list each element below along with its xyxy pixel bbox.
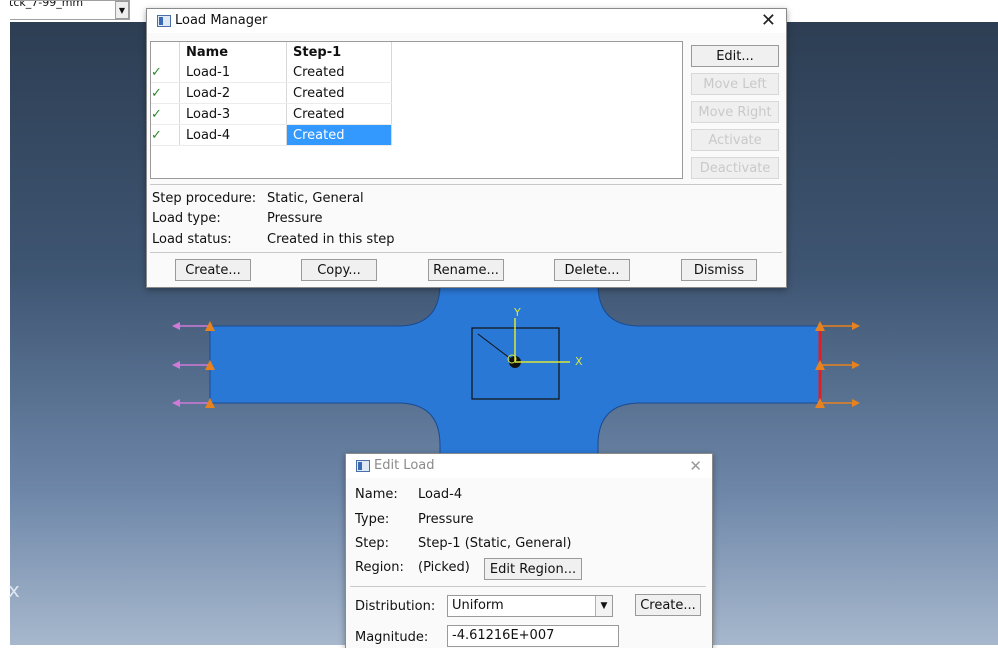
- step-procedure-value: Static, General: [267, 191, 364, 206]
- window-icon: [157, 15, 171, 27]
- load-status-label: Load status:: [152, 232, 232, 247]
- type-label: Type:: [355, 512, 390, 527]
- delete-button[interactable]: Delete...: [554, 259, 630, 281]
- edit-region-button[interactable]: Edit Region...: [484, 558, 582, 580]
- edit-load-dialog: Edit Load ✕ Name: Load-4 Type: Pressure …: [345, 453, 713, 648]
- copy-button[interactable]: Copy...: [301, 259, 377, 281]
- move-right-button[interactable]: Move Right: [691, 101, 779, 123]
- divider: [150, 252, 782, 253]
- load-state-cell-selected[interactable]: Created: [286, 124, 392, 146]
- check-icon[interactable]: ✓: [151, 124, 180, 146]
- table-header-row: Name Step-1: [151, 42, 392, 62]
- load-manager-titlebar[interactable]: Load Manager ✕: [147, 9, 786, 33]
- right-pressure-arrows: [815, 321, 860, 408]
- check-icon[interactable]: ✓: [151, 82, 180, 104]
- close-icon[interactable]: ✕: [761, 10, 776, 31]
- move-left-button[interactable]: Move Left: [691, 73, 779, 95]
- load-type-label: Load type:: [152, 211, 221, 226]
- chevron-down-icon[interactable]: ▼: [595, 596, 612, 616]
- load-state-cell[interactable]: Created: [286, 103, 392, 125]
- dismiss-button[interactable]: Dismiss: [681, 259, 757, 281]
- region-label: Region:: [355, 560, 404, 575]
- table-row[interactable]: ✓ Load-3 Created: [151, 103, 392, 125]
- edit-button[interactable]: Edit...: [691, 45, 779, 67]
- load-name-cell[interactable]: Load-1: [179, 62, 287, 83]
- rename-button[interactable]: Rename...: [428, 259, 504, 281]
- deactivate-button[interactable]: Deactivate: [691, 157, 779, 179]
- check-icon[interactable]: ✓: [151, 62, 180, 83]
- step-value: Step-1 (Static, General): [418, 536, 572, 551]
- load-manager-title: Load Manager: [175, 13, 268, 28]
- step-procedure-label: Step procedure:: [152, 191, 257, 206]
- load-status-value: Created in this step: [267, 232, 395, 247]
- left-pressure-arrows: [172, 321, 215, 408]
- type-value: Pressure: [418, 512, 474, 527]
- window-icon: [356, 460, 370, 472]
- column-header-step[interactable]: Step-1: [286, 42, 392, 62]
- load-type-value: Pressure: [267, 211, 323, 226]
- table-row[interactable]: ✓ Load-4 Created: [151, 124, 392, 146]
- load-manager-dialog: Load Manager ✕ Name Step-1 ✓ Load-1 Crea…: [146, 8, 787, 288]
- edit-load-title: Edit Load: [374, 458, 435, 473]
- check-column-header: [151, 42, 180, 62]
- load-name-cell[interactable]: Load-2: [179, 82, 287, 104]
- close-icon[interactable]: ✕: [689, 457, 702, 475]
- distribution-label: Distribution:: [355, 599, 436, 614]
- divider: [350, 586, 706, 587]
- step-label: Step:: [355, 536, 389, 551]
- divider: [150, 184, 782, 185]
- table-row[interactable]: ✓ Load-1 Created: [151, 62, 392, 83]
- edit-load-titlebar[interactable]: Edit Load ✕: [346, 454, 712, 478]
- triad-x-label: X: [575, 355, 583, 368]
- load-name-cell[interactable]: Load-3: [179, 103, 287, 125]
- triad-y-label: Y: [513, 306, 521, 319]
- activate-button[interactable]: Activate: [691, 129, 779, 151]
- create-button[interactable]: Create...: [175, 259, 251, 281]
- name-label: Name:: [355, 487, 398, 502]
- magnitude-label: Magnitude:: [355, 630, 429, 645]
- name-value: Load-4: [418, 487, 463, 502]
- column-header-name[interactable]: Name: [179, 42, 287, 62]
- table-row[interactable]: ✓ Load-2 Created: [151, 82, 392, 104]
- load-state-cell[interactable]: Created: [286, 62, 392, 83]
- load-name-cell[interactable]: Load-4: [179, 124, 287, 146]
- check-icon[interactable]: ✓: [151, 103, 180, 125]
- distribution-value: Uniform: [452, 598, 504, 613]
- magnitude-input[interactable]: -4.61216E+007: [447, 625, 619, 647]
- distribution-create-button[interactable]: Create...: [635, 594, 701, 616]
- load-table[interactable]: Name Step-1 ✓ Load-1 Created ✓ Load-2 Cr…: [150, 41, 683, 179]
- distribution-select[interactable]: Uniform ▼: [447, 595, 613, 617]
- region-value: (Picked): [418, 560, 470, 575]
- load-state-cell[interactable]: Created: [286, 82, 392, 104]
